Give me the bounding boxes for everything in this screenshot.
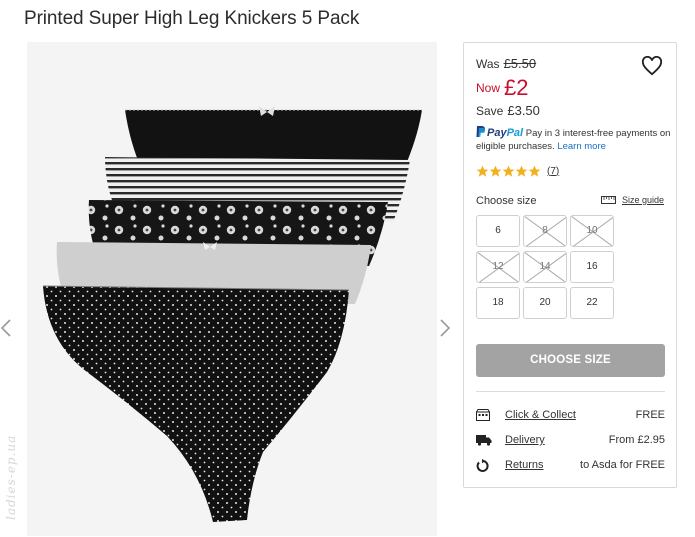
size-option[interactable]: 12 bbox=[476, 251, 520, 283]
now-label: Now bbox=[476, 81, 501, 95]
size-guide-link[interactable]: Size guide bbox=[601, 195, 664, 205]
paypal-learn-more-link[interactable]: Learn more bbox=[557, 141, 606, 152]
star-icon bbox=[476, 165, 489, 177]
size-option-label: 12 bbox=[492, 261, 504, 272]
choose-size-button[interactable]: CHOOSE SIZE bbox=[476, 344, 665, 377]
click-and-collect-row: Click & Collect FREE bbox=[476, 408, 665, 424]
watermark-text: ladies-ep.ua bbox=[4, 434, 18, 520]
star-icon bbox=[515, 165, 528, 177]
returns-value: to Asda for FREE bbox=[580, 459, 665, 471]
delivery-link[interactable]: Delivery bbox=[505, 434, 545, 446]
size-option[interactable]: 10 bbox=[570, 215, 614, 247]
star-icon bbox=[502, 165, 515, 177]
choose-size-label: Choose size bbox=[476, 195, 537, 207]
size-option-label: 6 bbox=[495, 225, 501, 236]
size-option-label: 18 bbox=[492, 297, 504, 308]
star-icon bbox=[489, 165, 502, 177]
was-price: £5.50 bbox=[503, 56, 537, 71]
was-label: Was bbox=[476, 57, 500, 71]
store-icon bbox=[476, 409, 490, 424]
next-image-arrow-icon[interactable] bbox=[439, 318, 455, 338]
size-option[interactable]: 8 bbox=[523, 215, 567, 247]
delivery-row: Delivery From £2.95 bbox=[476, 433, 665, 449]
paypal-wordmark: PayPal bbox=[487, 127, 524, 139]
save-label: Save bbox=[476, 104, 504, 118]
size-option-label: 16 bbox=[586, 261, 598, 272]
product-image[interactable] bbox=[27, 42, 437, 536]
delivery-truck-icon bbox=[476, 434, 492, 449]
click-and-collect-link[interactable]: Click & Collect bbox=[505, 409, 576, 421]
ruler-icon bbox=[601, 196, 616, 204]
was-price-row: Was £5.50 bbox=[476, 56, 536, 71]
now-price-row: Now £2 bbox=[476, 75, 529, 101]
product-title: Printed Super High Leg Knickers 5 Pack bbox=[24, 8, 360, 29]
previous-image-arrow-icon[interactable] bbox=[0, 318, 16, 338]
size-option-label: 20 bbox=[539, 297, 551, 308]
size-option-label: 10 bbox=[586, 225, 598, 236]
returns-row: Returns to Asda for FREE bbox=[476, 458, 665, 474]
size-option[interactable]: 6 bbox=[476, 215, 520, 247]
size-option[interactable]: 18 bbox=[476, 287, 520, 319]
click-and-collect-value: FREE bbox=[635, 409, 665, 421]
save-amount: £3.50 bbox=[507, 103, 540, 118]
paypal-message: PayPal Pay in 3 interest-free payments o… bbox=[476, 126, 671, 153]
size-option-label: 8 bbox=[542, 225, 548, 236]
save-row: Save £3.50 bbox=[476, 103, 540, 118]
delivery-value: From £2.95 bbox=[608, 434, 665, 446]
product-purchase-panel: Was £5.50 Now £2 Save £3.50 PayPal Pay in 3… bbox=[463, 42, 677, 488]
rating-stars[interactable]: (7) bbox=[476, 164, 559, 178]
now-price: £2 bbox=[504, 75, 529, 100]
size-option[interactable]: 20 bbox=[523, 287, 567, 319]
size-option[interactable]: 16 bbox=[570, 251, 614, 283]
size-option-label: 22 bbox=[586, 297, 598, 308]
size-option[interactable]: 22 bbox=[570, 287, 614, 319]
review-count-link[interactable]: (7) bbox=[547, 166, 559, 177]
star-icon bbox=[528, 165, 541, 177]
favourite-heart-icon[interactable] bbox=[641, 55, 663, 81]
returns-link[interactable]: Returns bbox=[505, 459, 544, 471]
returns-icon bbox=[476, 459, 490, 476]
divider bbox=[476, 391, 665, 392]
size-option-label: 14 bbox=[539, 261, 551, 272]
size-option[interactable]: 14 bbox=[523, 251, 567, 283]
paypal-logo-icon bbox=[476, 126, 485, 137]
